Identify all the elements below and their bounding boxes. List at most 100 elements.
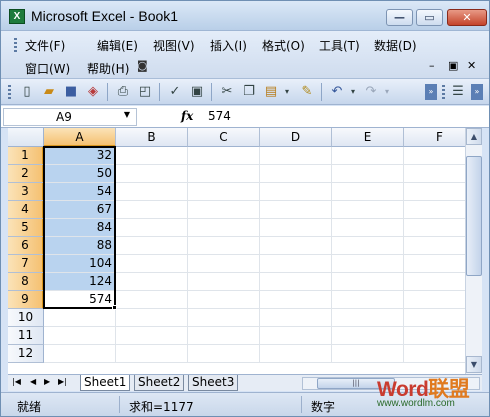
cell-c9[interactable] (188, 291, 260, 309)
first-sheet-icon[interactable]: |◀ (12, 377, 21, 386)
row-header-3[interactable]: 3 (8, 183, 44, 201)
cell-f5[interactable] (404, 219, 465, 237)
cell-d12[interactable] (260, 345, 332, 363)
tab-sheet1[interactable]: Sheet1 (80, 375, 131, 391)
toolbar-options-icon[interactable]: » (471, 84, 483, 100)
close-button[interactable]: ✕ (447, 9, 487, 26)
cell-a3[interactable]: 54 (44, 183, 116, 201)
row-header-2[interactable]: 2 (8, 165, 44, 183)
cell-b11[interactable] (116, 327, 188, 345)
menu-edit[interactable]: 编辑(E) (97, 37, 138, 54)
chevron-down-icon[interactable]: ▼ (124, 110, 130, 119)
cell-a7[interactable]: 104 (44, 255, 116, 273)
row-header-8[interactable]: 8 (8, 273, 44, 291)
row-header-6[interactable]: 6 (8, 237, 44, 255)
cell-d8[interactable] (260, 273, 332, 291)
cell-c11[interactable] (188, 327, 260, 345)
minimize-button[interactable]: — (386, 9, 413, 26)
cell-e4[interactable] (332, 201, 404, 219)
row-header-1[interactable]: 1 (8, 147, 44, 165)
menu-file[interactable]: 文件(F) (25, 37, 65, 54)
cell-c5[interactable] (188, 219, 260, 237)
cut-icon[interactable]: ✂ (219, 84, 235, 100)
fill-handle[interactable] (112, 305, 117, 310)
worksheet-grid[interactable]: A B C D E F 1 32 2 50 3 54 4 67 5 84 6 88 7 104 8 124 9 574 10 11… (8, 128, 465, 374)
camera-icon[interactable]: ◙ (137, 59, 148, 72)
formula-input[interactable]: 574 (208, 109, 231, 123)
cell-b8[interactable] (116, 273, 188, 291)
cell-d1[interactable] (260, 147, 332, 165)
scroll-down-button[interactable]: ▼ (466, 356, 482, 373)
cell-e3[interactable] (332, 183, 404, 201)
cell-a6[interactable]: 88 (44, 237, 116, 255)
next-sheet-icon[interactable]: ▶ (44, 377, 50, 386)
cell-b4[interactable] (116, 201, 188, 219)
redo-dropdown-icon[interactable]: ▾ (379, 84, 395, 100)
cell-f1[interactable] (404, 147, 465, 165)
cell-e6[interactable] (332, 237, 404, 255)
column-header-b[interactable]: B (116, 128, 188, 147)
cell-e5[interactable] (332, 219, 404, 237)
cell-c7[interactable] (188, 255, 260, 273)
cell-f3[interactable] (404, 183, 465, 201)
toolbar-grip-handle[interactable] (442, 85, 445, 99)
cell-a10[interactable] (44, 309, 116, 327)
cell-f4[interactable] (404, 201, 465, 219)
cell-c12[interactable] (188, 345, 260, 363)
toolbar-options-icon[interactable]: » (425, 84, 437, 100)
menu-help[interactable]: 帮助(H) (87, 60, 129, 77)
paste-dropdown-icon[interactable]: ▾ (279, 84, 295, 100)
menu-format[interactable]: 格式(O) (262, 37, 305, 54)
cell-c6[interactable] (188, 237, 260, 255)
format-painter-icon[interactable]: ✎ (299, 84, 315, 100)
print-preview-icon[interactable]: ◰ (137, 84, 153, 100)
permission-icon[interactable]: ◈ (85, 84, 101, 100)
cell-d5[interactable] (260, 219, 332, 237)
row-header-7[interactable]: 7 (8, 255, 44, 273)
save-icon[interactable]: ■ (63, 84, 79, 100)
cell-b2[interactable] (116, 165, 188, 183)
cell-f11[interactable] (404, 327, 465, 345)
cell-a2[interactable]: 50 (44, 165, 116, 183)
undo-dropdown-icon[interactable]: ▾ (345, 84, 361, 100)
menu-view[interactable]: 视图(V) (153, 37, 195, 54)
column-header-c[interactable]: C (188, 128, 260, 147)
cell-c10[interactable] (188, 309, 260, 327)
cell-c4[interactable] (188, 201, 260, 219)
tab-sheet3[interactable]: Sheet3 (188, 375, 239, 391)
row-header-5[interactable]: 5 (8, 219, 44, 237)
cell-e8[interactable] (332, 273, 404, 291)
cell-d11[interactable] (260, 327, 332, 345)
vertical-scroll-thumb[interactable] (466, 156, 482, 276)
menu-grip-handle[interactable] (14, 38, 17, 52)
cell-b5[interactable] (116, 219, 188, 237)
cell-a8[interactable]: 124 (44, 273, 116, 291)
new-icon[interactable]: ▯ (19, 84, 35, 100)
column-header-a[interactable]: A (44, 128, 116, 147)
prev-sheet-icon[interactable]: ◀ (30, 377, 36, 386)
menu-tools[interactable]: 工具(T) (319, 37, 360, 54)
cell-c2[interactable] (188, 165, 260, 183)
cell-f8[interactable] (404, 273, 465, 291)
paste-icon[interactable]: ▤ (263, 84, 279, 100)
print-icon[interactable]: ⎙ (115, 84, 131, 100)
cell-a9[interactable]: 574 (44, 291, 116, 309)
cell-b12[interactable] (116, 345, 188, 363)
doc-restore-button[interactable]: ▣ (448, 59, 458, 72)
cell-e2[interactable] (332, 165, 404, 183)
cell-e9[interactable] (332, 291, 404, 309)
restore-button[interactable]: ▭ (416, 9, 443, 26)
cell-d4[interactable] (260, 201, 332, 219)
vertical-scrollbar[interactable]: ▲ ▼ (465, 128, 482, 374)
cell-c1[interactable] (188, 147, 260, 165)
row-header-11[interactable]: 11 (8, 327, 44, 345)
redo-icon[interactable]: ↷ (363, 84, 379, 100)
cell-b1[interactable] (116, 147, 188, 165)
row-header-9[interactable]: 9 (8, 291, 44, 309)
column-header-e[interactable]: E (332, 128, 404, 147)
column-header-f[interactable]: F (404, 128, 465, 147)
scroll-up-button[interactable]: ▲ (466, 128, 482, 145)
cell-e10[interactable] (332, 309, 404, 327)
doc-minimize-button[interactable]: – (429, 59, 435, 72)
name-box[interactable]: A9 ▼ (3, 108, 137, 126)
